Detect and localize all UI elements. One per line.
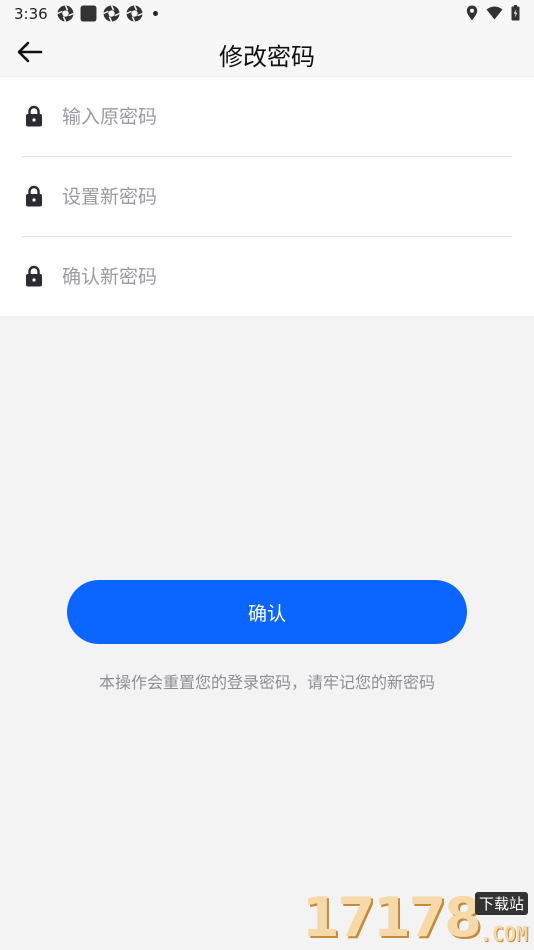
confirm-button[interactable]: 确认	[67, 580, 467, 644]
page-title: 修改密码	[219, 43, 315, 71]
aperture-icon	[57, 5, 74, 22]
watermark-number: 17178	[302, 886, 482, 949]
old-password-field	[22, 77, 512, 157]
password-notice: 本操作会重置您的登录密码，请牢记您的新密码	[98, 673, 435, 692]
square-icon	[80, 5, 97, 22]
confirm-password-field	[22, 237, 512, 317]
lock-icon	[26, 185, 42, 207]
confirm-password-input[interactable]	[62, 259, 502, 295]
wifi-icon	[486, 6, 503, 20]
watermark-domain: .COM	[479, 922, 528, 946]
aperture-icon	[126, 5, 143, 22]
location-icon	[466, 5, 478, 21]
watermark-logo: 17178 下载站 .COM	[302, 888, 530, 948]
lock-icon	[26, 265, 42, 287]
battery-icon	[511, 5, 520, 21]
notification-icons	[57, 5, 158, 22]
aperture-icon	[103, 5, 120, 22]
old-password-input[interactable]	[62, 99, 502, 135]
dot-icon	[153, 11, 158, 16]
password-form	[0, 77, 534, 316]
lock-icon	[26, 105, 42, 127]
system-icons	[466, 5, 520, 21]
new-password-input[interactable]	[62, 179, 502, 215]
status-time: 3:36	[14, 5, 48, 23]
header: 修改密码	[0, 28, 534, 76]
new-password-field	[22, 157, 512, 237]
status-bar: 3:36	[0, 0, 534, 28]
watermark-tag: 下载站	[474, 892, 528, 915]
